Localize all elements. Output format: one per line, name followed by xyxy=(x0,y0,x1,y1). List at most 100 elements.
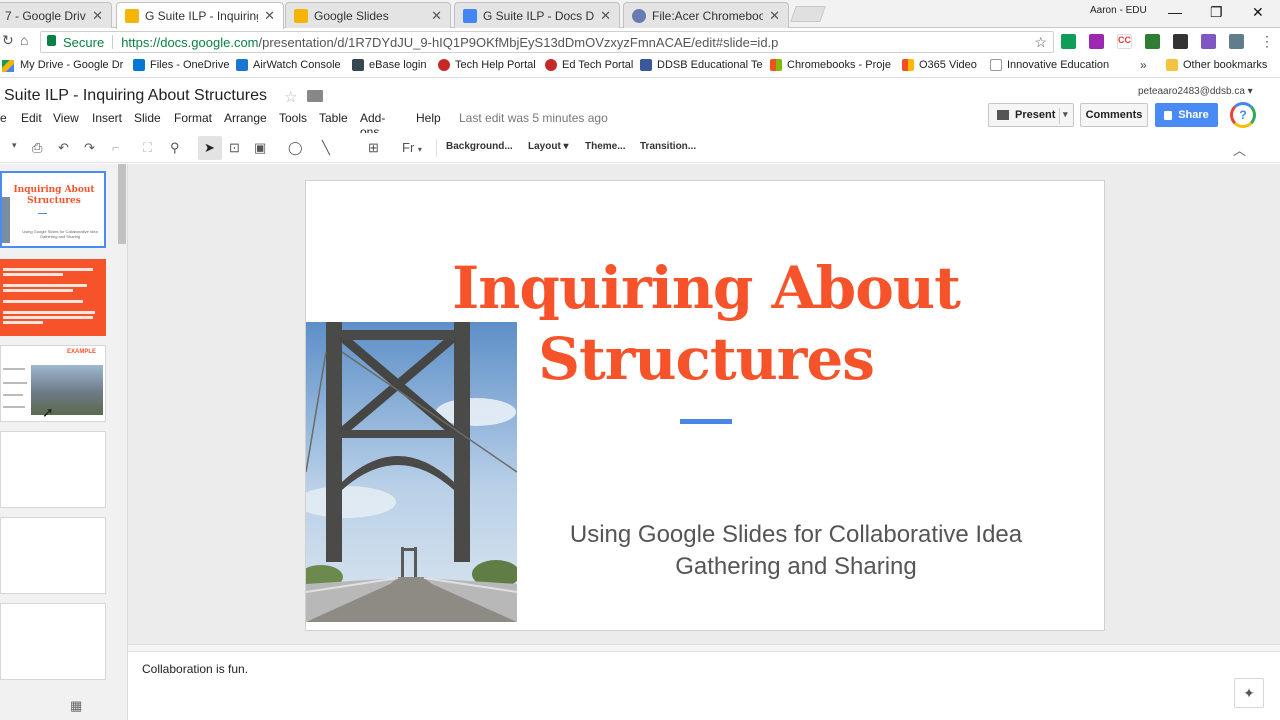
menu-slide[interactable]: Slide xyxy=(134,111,161,125)
bookmark-tech-help[interactable]: Tech Help Portal xyxy=(438,59,536,71)
classroom-extension-icon[interactable] xyxy=(1061,34,1076,49)
browser-tab-slides-active[interactable]: G Suite ILP - Inquiring Ab ✕ xyxy=(116,2,284,29)
print-icon[interactable]: ⎙ xyxy=(32,140,42,156)
layout-button[interactable]: Layout ▾ xyxy=(528,141,569,152)
menu-tools[interactable]: Tools xyxy=(279,111,307,125)
folder-icon[interactable] xyxy=(307,90,323,102)
chevron-down-icon[interactable]: ▾ xyxy=(1063,109,1068,120)
bookmarks-bar: My Drive - Google Dr Files - OneDrive Ai… xyxy=(0,56,1280,78)
menu-view[interactable]: View xyxy=(53,111,79,125)
lock-icon xyxy=(47,35,56,46)
present-button[interactable]: Present ▾ xyxy=(988,103,1074,127)
address-row: ↻ ⌂ Secure https://docs.google.com /pres… xyxy=(0,29,1280,56)
shape-icon[interactable]: ◯ xyxy=(288,140,303,156)
cc-extension-icon[interactable]: CC xyxy=(1117,34,1132,49)
title-accent-line[interactable] xyxy=(680,419,732,424)
menu-edit[interactable]: Edit xyxy=(21,111,42,125)
select-cursor-icon[interactable]: ➤ xyxy=(204,140,215,156)
menu-help[interactable]: Help xyxy=(416,111,441,125)
image-icon[interactable]: ▣ xyxy=(254,140,266,156)
bookmark-ddsb[interactable]: DDSB Educational Te xyxy=(640,59,763,71)
browser-tab-drive[interactable]: 7 - Google Drive ✕ xyxy=(0,2,112,28)
bookmark-onedrive[interactable]: Files - OneDrive xyxy=(133,59,229,71)
folder-icon xyxy=(1166,59,1178,71)
close-icon[interactable]: ✕ xyxy=(769,8,780,24)
menu-arrange[interactable]: Arrange xyxy=(224,111,267,125)
star-icon[interactable]: ☆ xyxy=(284,88,297,106)
document-title[interactable]: Suite ILP - Inquiring About Structures xyxy=(4,87,267,105)
slide-subtitle[interactable]: Using Google Slides for Collaborative Id… xyxy=(536,519,1056,583)
close-icon[interactable]: ✕ xyxy=(600,8,611,24)
explore-button[interactable]: ✦ xyxy=(1234,678,1264,708)
line-icon[interactable]: ╲ xyxy=(322,140,330,156)
grid-view-icon[interactable]: ▦ xyxy=(70,698,82,714)
slide-thumbnail-2[interactable] xyxy=(0,259,106,336)
comments-button[interactable]: Comments xyxy=(1080,103,1148,127)
bookmark-ed-tech[interactable]: Ed Tech Portal xyxy=(545,59,633,71)
last-edit-status[interactable]: Last edit was 5 minutes ago xyxy=(459,111,608,125)
paint-format-icon[interactable]: ⌐ xyxy=(112,140,120,155)
menu-table[interactable]: Table xyxy=(319,111,348,125)
bookmark-ebase[interactable]: eBase login xyxy=(352,59,427,71)
slide-thumbnail-6[interactable] xyxy=(0,603,106,680)
text-box-icon[interactable]: ⊡ xyxy=(229,140,240,156)
slide-title[interactable]: Inquiring About Structures xyxy=(446,253,966,395)
menu-insert[interactable]: Insert xyxy=(92,111,122,125)
ebase-icon xyxy=(352,59,364,71)
browser-tab-docs-demo[interactable]: G Suite ILP - Docs Demo ✕ xyxy=(454,2,620,28)
filmstrip-scrollbar[interactable] xyxy=(118,164,126,244)
mouse-cursor-icon: ➚ xyxy=(42,404,54,420)
reload-icon[interactable]: ↻ xyxy=(2,32,14,49)
help-icon[interactable]: ? xyxy=(1230,102,1256,128)
cast-extension-icon[interactable] xyxy=(1145,34,1160,49)
new-tab-button[interactable] xyxy=(790,6,826,22)
bookmark-star-icon[interactable]: ☆ xyxy=(1034,34,1047,51)
bookmarks-more-button[interactable]: » xyxy=(1140,58,1147,72)
bookmark-airwatch[interactable]: AirWatch Console xyxy=(236,59,341,71)
background-button[interactable]: Background... xyxy=(446,141,513,152)
speaker-notes[interactable]: Collaboration is fun. xyxy=(142,662,248,676)
account-email[interactable]: peteaaro2483@ddsb.ca ▾ xyxy=(1138,86,1253,97)
menu-format[interactable]: Format xyxy=(174,111,212,125)
bookmark-o365-video[interactable]: O365 Video xyxy=(902,59,977,71)
bookmark-my-drive[interactable]: My Drive - Google Dr xyxy=(20,59,123,71)
browser-tab-acer-file[interactable]: File:Acer Chromebook C ✕ xyxy=(623,2,789,28)
slide-thumbnail-1[interactable]: Inquiring About Structures Using Google … xyxy=(0,171,106,248)
bookmark-chromebooks[interactable]: Chromebooks - Proje xyxy=(770,59,891,71)
notes-divider[interactable] xyxy=(128,644,1280,652)
zoom-icon[interactable]: ⚲ xyxy=(170,140,180,156)
collapse-toolbar-icon[interactable]: ︿ xyxy=(1233,140,1246,159)
share-button[interactable]: Share xyxy=(1155,103,1218,127)
zoom-fit-icon[interactable]: ⛶ xyxy=(143,140,152,156)
close-icon[interactable]: ✕ xyxy=(431,8,442,24)
extension-icon[interactable] xyxy=(1089,34,1104,49)
url-host: https://docs.google.com xyxy=(121,34,259,50)
film-extension-icon[interactable] xyxy=(1173,34,1188,49)
close-window-icon[interactable]: ✕ xyxy=(1252,4,1264,21)
close-icon[interactable]: ✕ xyxy=(92,8,103,24)
minimize-icon[interactable]: — xyxy=(1168,4,1182,20)
restore-icon[interactable]: ❐ xyxy=(1210,4,1223,21)
slide-editor[interactable]: Inquiring About Structures Using Google … xyxy=(305,180,1105,631)
slide-thumbnail-4[interactable] xyxy=(0,431,106,508)
profile-name[interactable]: Aaron - EDU xyxy=(1090,5,1147,16)
download-extension-icon[interactable] xyxy=(1229,34,1244,49)
redo-icon[interactable]: ↷ xyxy=(84,140,95,156)
home-icon[interactable]: ⌂ xyxy=(20,32,28,48)
chrome-menu-icon[interactable]: ⋮ xyxy=(1260,33,1274,50)
other-bookmarks[interactable]: Other bookmarks xyxy=(1166,59,1267,71)
theme-button[interactable]: Theme... xyxy=(585,141,626,152)
undo-icon[interactable]: ↶ xyxy=(58,140,69,156)
add-comment-icon[interactable]: ⊞ xyxy=(368,140,379,156)
close-icon[interactable]: ✕ xyxy=(264,8,275,24)
pdf-extension-icon[interactable] xyxy=(1201,34,1216,49)
transition-button[interactable]: Transition... xyxy=(640,141,696,152)
font-select[interactable]: Fr ▾ xyxy=(402,140,422,155)
microsoft-icon xyxy=(770,59,782,71)
bookmark-innovative-education[interactable]: Innovative Education xyxy=(990,59,1109,71)
slide-thumbnail-5[interactable] xyxy=(0,517,106,594)
chevron-down-icon[interactable]: ▾ xyxy=(12,140,17,151)
address-bar[interactable]: Secure https://docs.google.com /presenta… xyxy=(40,31,1054,53)
menu-file[interactable]: e xyxy=(0,111,7,125)
browser-tab-google-slides[interactable]: Google Slides ✕ xyxy=(285,2,451,28)
